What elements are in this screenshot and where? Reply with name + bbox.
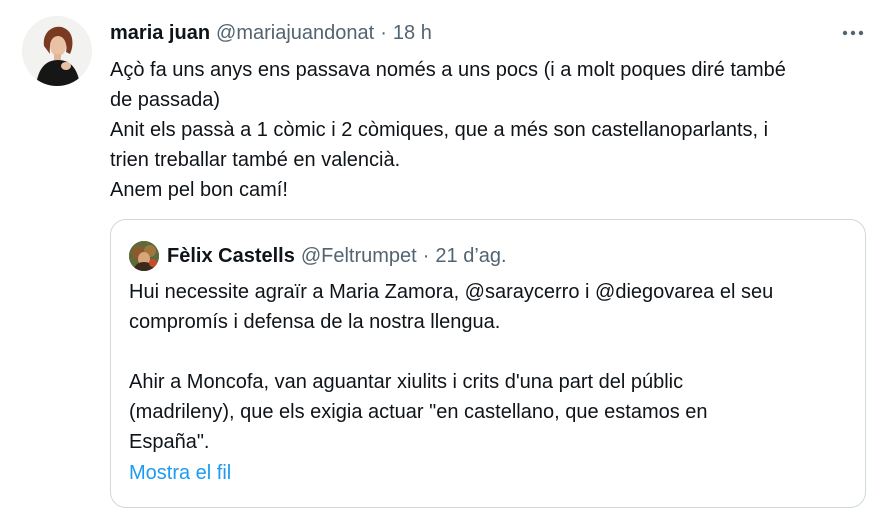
separator-dot: · bbox=[422, 244, 430, 267]
show-thread-link[interactable]: Mostra el fil bbox=[129, 462, 231, 485]
quoted-text-line bbox=[129, 337, 849, 367]
quoted-text: Hui necessite agraïr a Maria Zamora, @sa… bbox=[129, 277, 849, 457]
tweet-text: Açò fa uns anys ens passava només a uns … bbox=[110, 55, 870, 205]
author-display-name[interactable]: maria juan bbox=[110, 22, 210, 45]
tweet-text-line: trien treballar també en valencià. bbox=[110, 149, 401, 171]
quoted-avatar[interactable] bbox=[129, 241, 159, 271]
quoted-text-line: España". bbox=[129, 431, 210, 453]
quoted-author-display-name[interactable]: Fèlix Castells bbox=[167, 245, 295, 268]
tweet-timestamp[interactable]: 18 h bbox=[393, 22, 432, 45]
quoted-text-line: Ahir a Moncofa, van aguantar xiulits i c… bbox=[129, 371, 684, 393]
quoted-text-line: compromís i defensa de la nostra llengua… bbox=[129, 311, 501, 333]
separator-dot: · bbox=[380, 21, 387, 44]
tweet-header: maria juan @mariajuandonat · 18 h bbox=[110, 20, 432, 46]
avatar[interactable] bbox=[22, 16, 92, 86]
quoted-text-line: Hui necessite agraïr a Maria Zamora, @sa… bbox=[129, 281, 774, 303]
author-handle[interactable]: @mariajuandonat bbox=[216, 22, 374, 45]
quoted-header: Fèlix Castells @Feltrumpet · 21 d’ag. bbox=[167, 242, 507, 270]
tweet-text-line: Anem pel bon camí! bbox=[110, 179, 288, 201]
quoted-timestamp[interactable]: 21 d’ag. bbox=[435, 245, 506, 268]
tweet[interactable]: maria juan @mariajuandonat · 18 h Açò fa… bbox=[0, 0, 890, 528]
more-horizontal-icon bbox=[842, 30, 864, 36]
tweet-text-line: de passada) bbox=[110, 89, 221, 111]
tweet-text-line: Açò fa uns anys ens passava només a uns … bbox=[110, 59, 786, 81]
quoted-text-line: (madrileny), que els exigia actuar "en c… bbox=[129, 401, 708, 423]
more-options-button[interactable] bbox=[840, 20, 866, 46]
quoted-tweet[interactable]: Fèlix Castells @Feltrumpet · 21 d’ag. Hu… bbox=[110, 219, 866, 508]
quoted-author-handle[interactable]: @Feltrumpet bbox=[301, 245, 417, 268]
avatar-image bbox=[22, 16, 92, 86]
tweet-text-line: Anit els passà a 1 còmic i 2 còmiques, q… bbox=[110, 119, 769, 141]
quoted-avatar-image bbox=[129, 241, 159, 271]
